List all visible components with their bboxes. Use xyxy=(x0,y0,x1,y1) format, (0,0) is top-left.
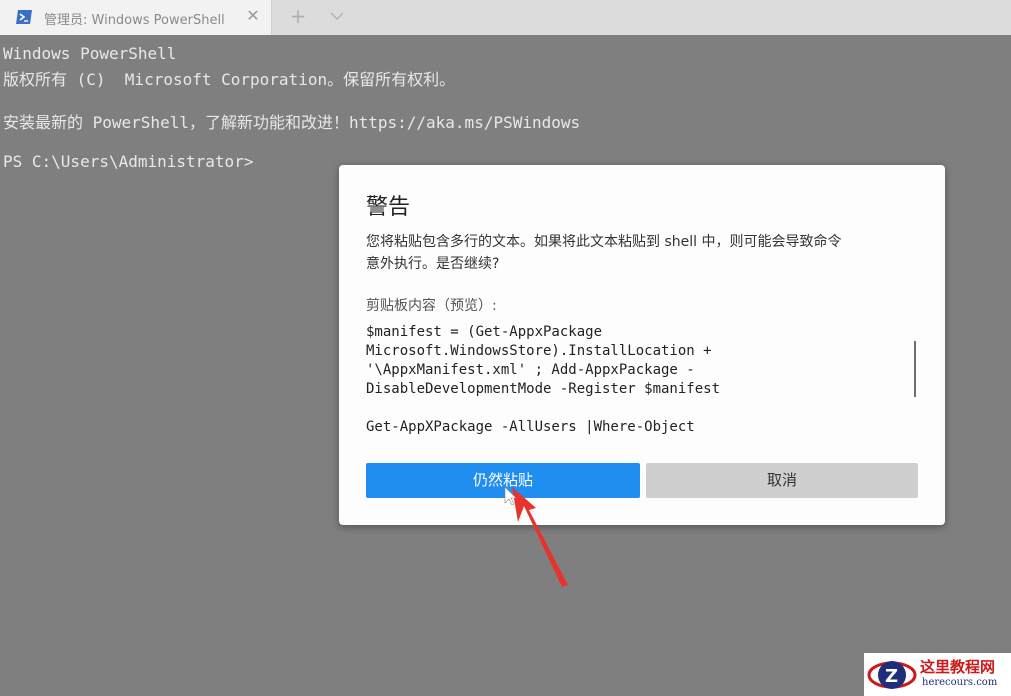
chevron-down-icon[interactable] xyxy=(327,6,347,26)
cancel-button[interactable]: 取消 xyxy=(646,463,918,498)
watermark-logo: Z 这里教程网 herecours.com xyxy=(864,653,1011,696)
logo-icon: Z xyxy=(867,661,917,689)
terminal-line: 版权所有 (C) Microsoft Corporation。保留所有权利。 xyxy=(3,70,456,89)
clipboard-preview[interactable]: $manifest = (Get-AppxPackage Microsoft.W… xyxy=(366,323,926,439)
terminal-line: Windows PowerShell xyxy=(3,44,177,63)
dialog-message-line: 意外执行。是否继续? xyxy=(366,256,500,272)
watermark-url: herecours.com xyxy=(922,677,998,688)
dialog-message: 您将粘贴包含多行的文本。如果将此文本粘贴到 shell 中，则可能会导致命令 意… xyxy=(366,231,926,275)
powershell-icon xyxy=(16,10,32,24)
preview-scrollbar[interactable] xyxy=(914,341,916,397)
preview-line: $manifest = (Get-AppxPackage xyxy=(366,324,603,340)
preview-line: Get-AppXPackage -AllUsers |Where-Object xyxy=(366,419,695,435)
preview-line: Microsoft.WindowsStore).InstallLocation … xyxy=(366,343,712,359)
watermark-brand: 这里教程网 xyxy=(920,658,996,676)
warning-dialog: 警告 您将粘贴包含多行的文本。如果将此文本粘贴到 shell 中，则可能会导致命… xyxy=(339,165,945,525)
preview-line xyxy=(366,399,926,418)
dialog-message-line: 您将粘贴包含多行的文本。如果将此文本粘贴到 shell 中，则可能会导致命令 xyxy=(366,234,842,250)
preview-line: DisableDevelopmentMode -Register $manife… xyxy=(366,381,721,397)
tab-title: 管理员: Windows PowerShell xyxy=(44,13,225,28)
terminal-line: 安装最新的 PowerShell，了解新功能和改进！https://aka.ms… xyxy=(3,113,581,132)
tab-powershell[interactable]: 管理员: Windows PowerShell ✕ xyxy=(0,0,272,35)
svg-text:Z: Z xyxy=(885,666,898,687)
title-bar: 管理员: Windows PowerShell ✕ + xyxy=(0,0,1011,35)
preview-line: '\AppxManifest.xml' ; Add-AppxPackage - xyxy=(366,362,695,378)
terminal-prompt: PS C:\Users\Administrator> xyxy=(3,152,254,171)
close-icon[interactable]: ✕ xyxy=(244,7,262,25)
paste-anyway-button[interactable]: 仍然粘贴 xyxy=(366,463,640,498)
plus-icon[interactable]: + xyxy=(287,5,309,27)
clipboard-preview-label: 剪贴板内容（预览）: xyxy=(366,298,497,314)
dialog-title: 警告 xyxy=(366,195,411,220)
